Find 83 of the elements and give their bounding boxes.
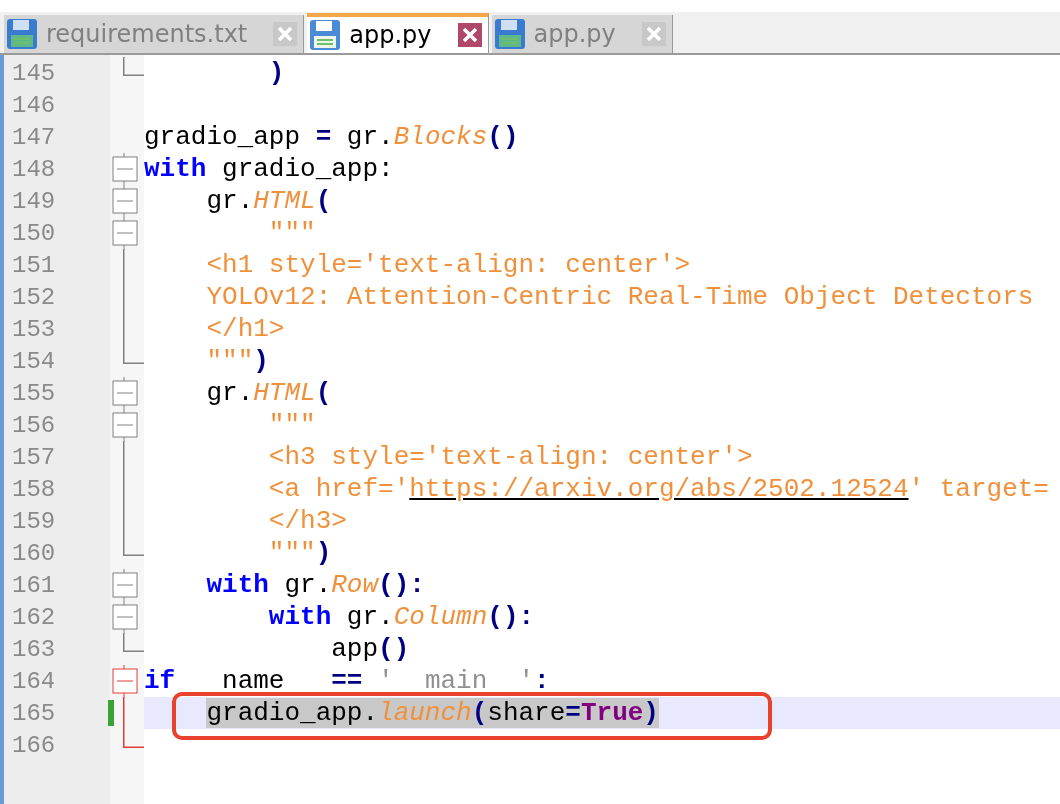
fold-minus-icon[interactable] xyxy=(112,409,138,441)
line-number: 159 xyxy=(11,507,56,535)
code-token: with xyxy=(206,570,269,600)
code-token: () xyxy=(487,122,519,152)
line-number: 165 xyxy=(11,699,56,727)
code-token: <h1 style='text-align: center'> xyxy=(206,250,691,280)
code-token: share xyxy=(487,698,566,728)
code-token: gr. xyxy=(346,602,394,632)
code-token: """ xyxy=(268,410,316,440)
line-number: 150 xyxy=(11,219,56,247)
code-token: if xyxy=(144,666,176,696)
code-token: ) xyxy=(315,538,332,568)
code-token: ' target= xyxy=(908,474,1049,504)
code-token: launch xyxy=(378,698,472,728)
line-number: 147 xyxy=(11,123,56,151)
fold-minus-icon[interactable] xyxy=(112,377,138,409)
code-token: ) xyxy=(643,698,659,728)
line-number: 166 xyxy=(11,731,56,759)
fold-minus-icon[interactable] xyxy=(112,569,138,601)
code-token: = xyxy=(565,698,581,728)
file-tab[interactable]: requirements.txt xyxy=(4,15,305,53)
code-token: (): xyxy=(487,602,535,632)
fold-minus-icon[interactable] xyxy=(112,153,138,185)
code-token: ) xyxy=(253,346,269,376)
line-number: 155 xyxy=(11,379,56,407)
line-number: 163 xyxy=(11,635,56,663)
line-number: 152 xyxy=(11,283,56,311)
code-token: HTML xyxy=(253,378,316,408)
line-number: 153 xyxy=(11,315,56,343)
code-token: app xyxy=(331,634,379,664)
code-token: Blocks xyxy=(393,122,488,152)
code-token: HTML xyxy=(253,186,316,216)
code-token: gradio_app. xyxy=(206,698,379,728)
line-number: 146 xyxy=(11,91,56,119)
line-number: 157 xyxy=(11,443,56,471)
line-number: 149 xyxy=(11,187,56,215)
code-token: """ xyxy=(268,218,316,248)
code-token: == xyxy=(331,666,363,696)
fold-minus-icon[interactable] xyxy=(112,601,138,633)
code-token: () xyxy=(378,634,410,664)
code-token: gr. xyxy=(284,570,332,600)
line-number: 148 xyxy=(11,155,56,183)
code-token: with xyxy=(268,602,332,632)
code-token: name xyxy=(222,666,286,696)
line-number: 161 xyxy=(11,571,56,599)
line-number: 151 xyxy=(11,251,56,279)
line-number: 162 xyxy=(11,603,56,631)
fold-minus-icon[interactable] xyxy=(112,185,138,217)
code-token: YOLOv12: Attention-Centric Real-Time Object Detectors xyxy=(206,282,1034,312)
code-token: gradio_app xyxy=(144,122,302,152)
code-token: gr. xyxy=(206,378,254,408)
code-token: Column xyxy=(393,602,488,632)
code-token: (): xyxy=(378,570,425,600)
line-number: 158 xyxy=(11,475,56,503)
code-token: gr. xyxy=(206,186,254,216)
code-token: gradio_app: xyxy=(222,154,394,184)
fold-minus-icon[interactable] xyxy=(112,217,138,249)
code-token: ( xyxy=(315,186,332,216)
line-number: 160 xyxy=(11,539,56,567)
code-token: ) xyxy=(268,58,285,88)
file-tab[interactable]: app.py xyxy=(491,15,673,53)
code-token: Row xyxy=(331,570,379,600)
code-token: gr. xyxy=(346,122,394,152)
code-token: <a href=' xyxy=(268,474,410,504)
code-token: ( xyxy=(315,378,332,408)
code-token: = xyxy=(315,122,332,152)
file-tab[interactable]: app.py xyxy=(307,13,489,53)
close-icon[interactable] xyxy=(457,23,482,47)
code-token: """ xyxy=(268,538,316,568)
code-token: with xyxy=(144,154,207,184)
fold-minus-icon[interactable] xyxy=(112,665,138,697)
line-number: 145 xyxy=(11,59,56,87)
code-token: ' main ' xyxy=(378,666,535,696)
code-link[interactable]: https://arxiv.org/abs/2502.12524 xyxy=(409,474,909,504)
code-token: True xyxy=(580,698,644,728)
code-token: """ xyxy=(206,346,254,376)
line-number: 164 xyxy=(11,667,56,695)
code-token: </h3> xyxy=(268,506,347,536)
code-token: : xyxy=(534,666,550,696)
line-number: 156 xyxy=(11,411,56,439)
code-token: </h1> xyxy=(206,314,285,344)
line-number: 154 xyxy=(11,347,56,375)
code-token: <h3 style='text-align: center'> xyxy=(268,442,753,472)
